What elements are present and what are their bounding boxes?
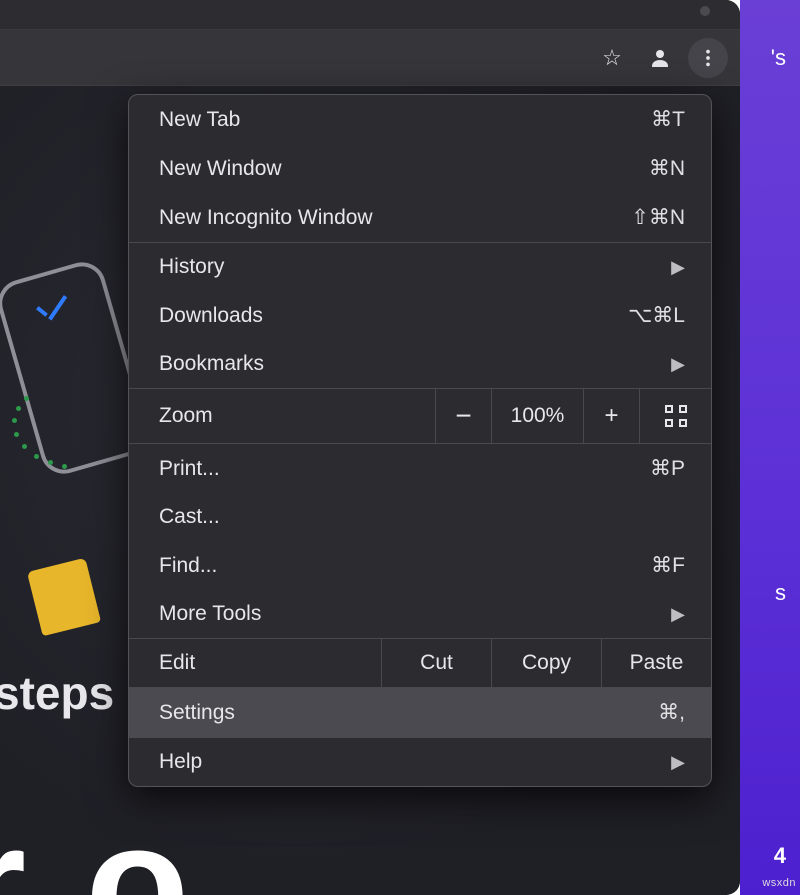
- sticky-note-illustration: [27, 558, 101, 637]
- menu-shortcut: ⇧⌘N: [631, 205, 685, 230]
- menu-label: New Window: [159, 157, 282, 181]
- menu-item-more-tools[interactable]: More Tools ▶: [129, 590, 711, 638]
- chevron-right-icon: ▶: [671, 354, 685, 375]
- watermark-text: wsxdn: [762, 877, 796, 889]
- vertical-dots-icon: [697, 47, 719, 69]
- menu-label: Edit: [129, 639, 381, 687]
- chevron-right-icon: ▶: [671, 604, 685, 625]
- zoom-out-button[interactable]: −: [435, 389, 491, 443]
- menu-label: Print...: [159, 457, 220, 481]
- menu-item-find[interactable]: Find... ⌘F: [129, 541, 711, 590]
- menu-label: Help: [159, 750, 202, 774]
- menu-shortcut: ⌘F: [651, 553, 685, 578]
- bookmark-star-button[interactable]: ☆: [592, 38, 632, 78]
- menu-label: Settings: [159, 701, 235, 725]
- menu-label: Downloads: [159, 304, 263, 328]
- menu-item-edit: Edit Cut Copy Paste: [129, 639, 711, 688]
- tab-indicator-icon: [700, 6, 710, 16]
- menu-shortcut: ⌘T: [651, 107, 685, 132]
- edit-paste-button[interactable]: Paste: [601, 639, 711, 687]
- bg-char: 's: [771, 45, 786, 71]
- zoom-level: 100%: [491, 389, 583, 443]
- edit-cut-button[interactable]: Cut: [381, 639, 491, 687]
- menu-item-help[interactable]: Help ▶: [129, 738, 711, 786]
- menu-item-downloads[interactable]: Downloads ⌥⌘L: [129, 291, 711, 340]
- menu-item-new-incognito[interactable]: New Incognito Window ⇧⌘N: [129, 193, 711, 242]
- chevron-right-icon: ▶: [671, 752, 685, 773]
- menu-item-cast[interactable]: Cast...: [129, 493, 711, 541]
- menu-shortcut: ⌘P: [650, 456, 685, 481]
- star-icon: ☆: [602, 45, 622, 71]
- menu-label: Cast...: [159, 505, 220, 529]
- menu-label: New Incognito Window: [159, 206, 373, 230]
- menu-label: History: [159, 255, 224, 279]
- menu-item-settings[interactable]: Settings ⌘,: [129, 688, 711, 737]
- fullscreen-button[interactable]: [639, 389, 711, 443]
- browser-window: ☆ steps r o New Tab ⌘T New Windo: [0, 0, 740, 895]
- zoom-in-button[interactable]: +: [583, 389, 639, 443]
- menu-item-new-window[interactable]: New Window ⌘N: [129, 144, 711, 193]
- chrome-main-menu: New Tab ⌘T New Window ⌘N New Incognito W…: [128, 94, 712, 787]
- menu-label: New Tab: [159, 108, 240, 132]
- bg-text-steps: steps: [0, 666, 114, 720]
- fullscreen-icon: [665, 405, 687, 427]
- menu-shortcut: ⌘N: [649, 156, 685, 181]
- menu-label: Bookmarks: [159, 352, 264, 376]
- toolbar: ☆: [0, 30, 740, 86]
- menu-item-new-tab[interactable]: New Tab ⌘T: [129, 95, 711, 144]
- chevron-right-icon: ▶: [671, 257, 685, 278]
- menu-shortcut: ⌘,: [658, 700, 685, 725]
- menu-item-print[interactable]: Print... ⌘P: [129, 444, 711, 493]
- checkmark-icon: [35, 294, 78, 328]
- profile-icon: [648, 46, 672, 70]
- menu-label: Zoom: [129, 392, 435, 440]
- more-menu-button[interactable]: [688, 38, 728, 78]
- bg-text-large: r o: [0, 786, 195, 895]
- menu-label: Find...: [159, 554, 217, 578]
- menu-shortcut: ⌥⌘L: [628, 303, 685, 328]
- menu-item-history[interactable]: History ▶: [129, 243, 711, 291]
- tab-strip: [0, 0, 740, 30]
- menu-item-bookmarks[interactable]: Bookmarks ▶: [129, 340, 711, 388]
- edit-copy-button[interactable]: Copy: [491, 639, 601, 687]
- profile-button[interactable]: [640, 38, 680, 78]
- menu-label: More Tools: [159, 602, 261, 626]
- bg-char: 4: [774, 843, 786, 869]
- window-right-strip: 's s 4 wsxdn: [740, 0, 800, 895]
- menu-item-zoom: Zoom − 100% +: [129, 389, 711, 444]
- bg-char: s: [775, 580, 786, 606]
